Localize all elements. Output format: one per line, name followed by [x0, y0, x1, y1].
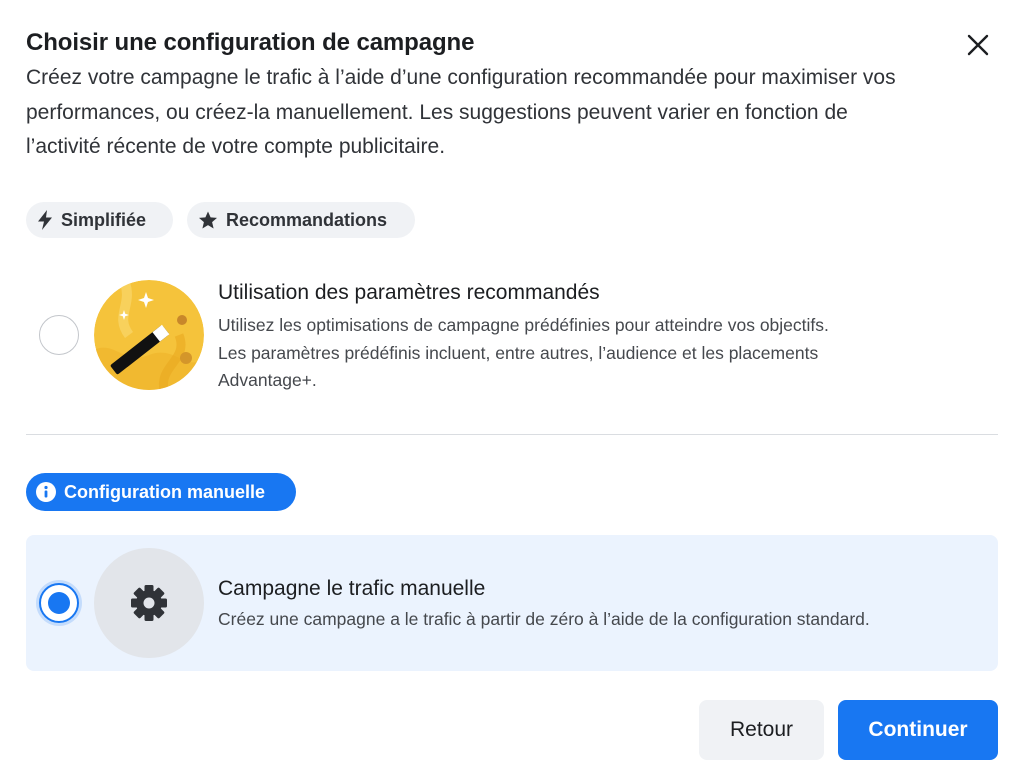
manual-option-description: Créez une campagne a le trafic à partir …	[218, 609, 870, 629]
chip-recommendations: Recommandations	[187, 202, 415, 238]
recommended-option-title: Utilisation des paramètres recommandés	[218, 281, 600, 304]
close-button[interactable]	[960, 27, 996, 63]
lightning-icon	[38, 210, 52, 230]
dialog-title: Choisir une configuration de campagne	[26, 29, 475, 56]
chip-simplified-label: Simplifiée	[61, 209, 147, 230]
gear-icon	[131, 585, 167, 621]
dialog-description: Créez votre campagne le trafic à l’aide …	[26, 66, 896, 158]
continue-button[interactable]: Continuer	[838, 700, 998, 760]
gear-icon-container	[94, 548, 204, 658]
chip-simplified: Simplifiée	[26, 202, 173, 238]
recommended-option-description: Utilisez les optimisations de campagne p…	[218, 312, 978, 395]
info-icon	[36, 482, 56, 502]
manual-configuration-badge: Configuration manuelle	[26, 473, 296, 511]
campaign-setup-dialog: Choisir une configuration de campagne Cr…	[0, 0, 1024, 771]
manual-configuration-label: Configuration manuelle	[64, 481, 266, 502]
magic-wand-icon	[94, 280, 204, 390]
recommended-option-description-line: Les paramètres prédéfinis incluent, entr…	[218, 342, 819, 363]
recommended-option-radio[interactable]	[39, 315, 79, 355]
recommended-option-description-line: Utilisez les optimisations de campagne p…	[218, 315, 829, 335]
manual-option-radio[interactable]	[39, 583, 79, 623]
chip-recommendations-label: Recommandations	[226, 209, 388, 230]
recommended-option-description-line: Advantage+.	[218, 370, 317, 390]
divider	[26, 434, 998, 435]
manual-option-title: Campagne le trafic manuelle	[218, 577, 486, 600]
back-button[interactable]: Retour	[699, 700, 824, 760]
star-icon	[199, 211, 217, 228]
radio-selected-dot	[48, 592, 70, 614]
close-icon	[967, 34, 989, 56]
